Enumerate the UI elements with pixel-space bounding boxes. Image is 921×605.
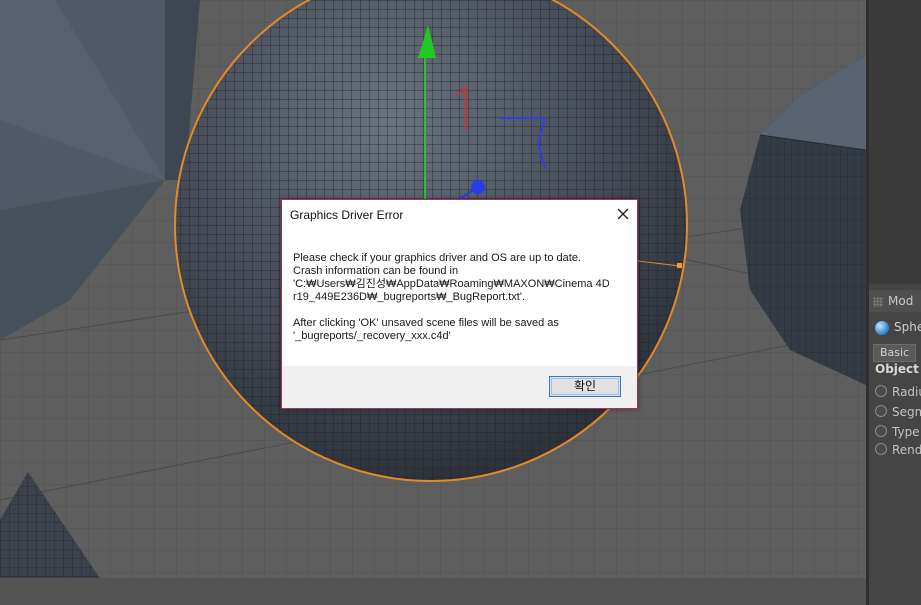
selected-object-row: Sphe	[869, 316, 921, 338]
selected-object-name: Sphe	[894, 320, 921, 334]
ok-button[interactable]: 확인	[549, 376, 621, 397]
message-line: Please check if your graphics driver and…	[293, 252, 581, 264]
message-line: 'C:₩Users₩김진성₩AppData₩Roaming₩MAXON₩Cine…	[293, 278, 610, 290]
close-icon[interactable]	[612, 203, 634, 225]
sphere-icon	[875, 320, 889, 335]
tab-basic[interactable]: Basic	[873, 344, 917, 362]
viewport-footer	[0, 578, 866, 605]
selection-handle	[677, 263, 682, 268]
object-manager-area	[869, 0, 921, 284]
dialog-footer: 확인	[282, 366, 637, 408]
property-label: Type	[892, 425, 920, 439]
property-label: Rende	[892, 443, 921, 457]
grip-icon[interactable]	[873, 296, 883, 307]
animation-radio-icon[interactable]	[875, 425, 887, 437]
attribute-manager-mode-label: Mod	[888, 294, 914, 308]
graphics-driver-error-dialog: Graphics Driver Error Please check if yo…	[281, 199, 638, 409]
property-segments[interactable]: Segm	[875, 404, 921, 420]
animation-radio-icon[interactable]	[875, 405, 887, 417]
dialog-message: Please check if your graphics driver and…	[293, 252, 623, 343]
note-line: After clicking 'OK' unsaved scene files …	[293, 317, 559, 329]
message-line: Crash information can be found in	[293, 265, 459, 277]
attribute-tabs: Basic	[873, 341, 917, 362]
note-line: '_bugreports/_recovery_xxx.c4d'	[293, 330, 451, 342]
animation-radio-icon[interactable]	[875, 385, 887, 397]
object-properties-title: Object P	[875, 362, 921, 376]
property-render[interactable]: Rende	[875, 442, 921, 458]
animation-radio-icon[interactable]	[875, 443, 887, 455]
dialog-title: Graphics Driver Error	[290, 208, 404, 222]
property-radius[interactable]: Radiu	[875, 384, 921, 400]
property-label: Radiu	[892, 385, 921, 399]
attribute-manager-panel: Mod Sphe Basic Object P Radiu Segm Type …	[869, 0, 921, 605]
attribute-manager-header[interactable]: Mod	[869, 290, 921, 312]
property-label: Segm	[892, 405, 921, 419]
property-type[interactable]: Type	[875, 424, 920, 440]
message-line: r19_449E236D₩_bugreports₩_BugReport.txt'…	[293, 291, 526, 303]
